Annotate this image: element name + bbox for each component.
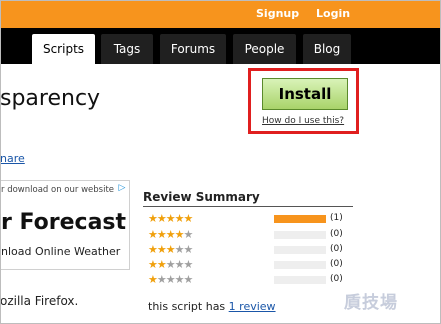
rating-bar [274, 231, 326, 239]
install-button[interactable]: Install [262, 78, 348, 110]
ad-box[interactable]: r download on our website ▷ r Forecast n… [0, 180, 130, 270]
rating-row-2: ★★★★★ (0) [148, 259, 348, 273]
rating-bar [274, 215, 326, 223]
how-to-use-link[interactable]: How do I use this? [262, 116, 344, 126]
review-summary-divider [143, 206, 353, 207]
rating-row-5: ★★★★★ (1) [148, 213, 348, 227]
firefox-text: ozilla Firefox. [0, 294, 79, 308]
review-summary-text: this script has 1 review [148, 300, 276, 313]
rating-row-3: ★★★★★ (0) [148, 244, 348, 258]
tab-blog[interactable]: Blog [303, 34, 351, 64]
rating-count: (0) [330, 244, 343, 254]
ad-subtitle[interactable]: nload Online Weather [1, 245, 120, 258]
nav-bar: Scripts Tags Forums People Blog [0, 28, 441, 64]
star-rating-icon: ★★★★★ [148, 273, 193, 286]
tab-tags[interactable]: Tags [101, 34, 153, 64]
rating-count: (0) [330, 229, 343, 239]
tab-people[interactable]: People [233, 34, 296, 64]
rating-row-4: ★★★★★ (0) [148, 229, 348, 243]
ad-choices-icon[interactable]: ▷ [117, 183, 127, 193]
rating-bar [274, 246, 326, 254]
rating-bar [274, 276, 326, 284]
review-summary-title: Review Summary [143, 190, 260, 204]
star-rating-icon: ★★★★★ [148, 212, 193, 225]
tab-scripts[interactable]: Scripts [32, 34, 95, 64]
rating-count: (1) [330, 213, 343, 223]
script-title: sparency [0, 86, 101, 111]
star-rating-icon: ★★★★★ [148, 258, 193, 271]
rating-count: (0) [330, 274, 343, 284]
star-rating-icon: ★★★★★ [148, 243, 193, 256]
watermark: 貭技場 [344, 288, 398, 313]
review-count-link[interactable]: 1 review [229, 300, 276, 313]
rating-row-1: ★★★★★ (0) [148, 274, 348, 288]
ad-top-text: r download on our website [1, 185, 115, 195]
login-link[interactable]: Login [316, 7, 350, 20]
rating-bar [274, 261, 326, 269]
top-bar: Signup Login [0, 0, 441, 28]
rating-count: (0) [330, 259, 343, 269]
tab-forums[interactable]: Forums [160, 34, 226, 64]
review-summary-prefix: this script has [148, 300, 229, 313]
ad-title[interactable]: r Forecast [1, 210, 126, 235]
signup-link[interactable]: Signup [256, 7, 299, 20]
share-link[interactable]: nare [0, 152, 25, 165]
watermark-text: 貭技場 [344, 293, 398, 313]
rating-bar-fill [274, 215, 326, 223]
star-rating-icon: ★★★★★ [148, 228, 193, 241]
